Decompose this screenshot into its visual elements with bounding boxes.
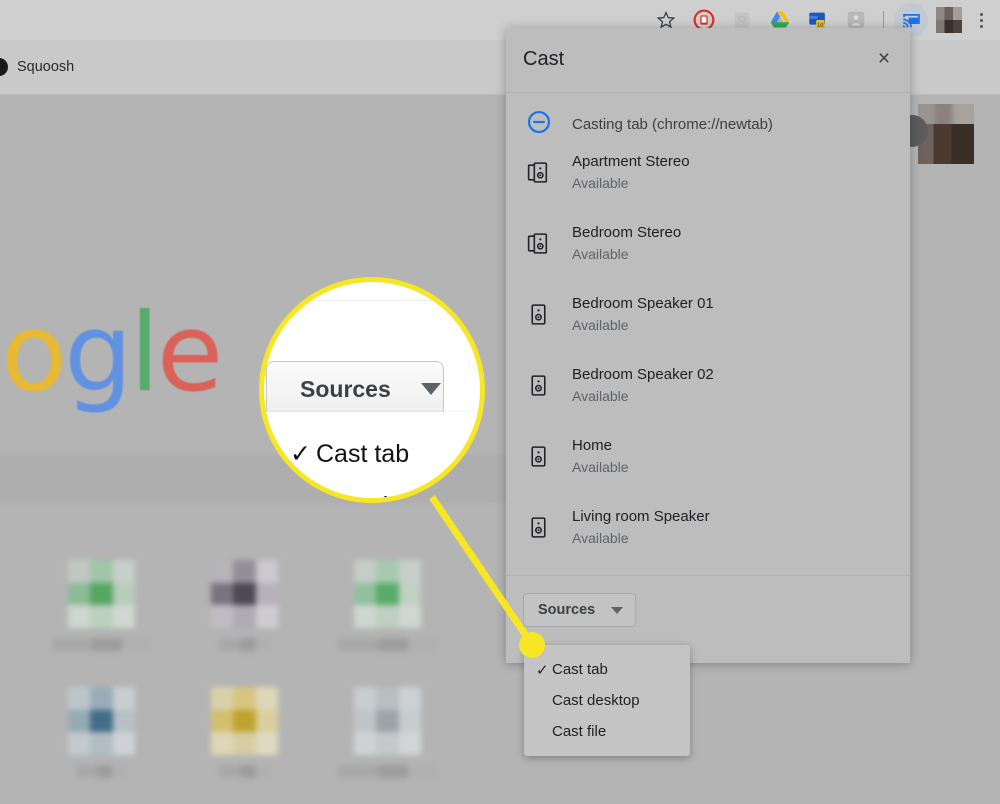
shortcut-tile-4[interactable] [30,687,173,778]
speaker-icon [526,302,560,327]
tile-thumbnail [354,687,422,755]
cast-device-status: Available [572,316,714,336]
cast-active-icon [526,121,560,135]
toolbar-divider [883,11,884,29]
chevron-down-icon [421,383,441,395]
magnified-sources-label: Sources [300,376,391,403]
cast-device-name: Bedroom Speaker 01 [572,294,714,314]
stereo-speaker-icon [526,160,560,185]
speaker-icon [526,444,560,469]
shortcut-tile-1[interactable] [30,560,173,651]
tile-label [52,638,152,651]
close-icon[interactable]: × [868,42,900,74]
checkmark-icon: ✓ [536,661,552,679]
tile-thumbnail [211,687,279,755]
tile-thumbnail [354,560,422,628]
sources-menu-item-label: Cast file [552,723,606,740]
magnified-divider [260,300,485,301]
cast-device-name: Living room Speaker [572,507,710,527]
magnifier-callout: Sources ✓ Cast tab Cast deskto [259,277,485,503]
chrome-menu-icon[interactable] [970,3,992,37]
sources-menu-item-label: Cast desktop [552,692,640,709]
cast-device-name: Bedroom Stereo [572,223,681,243]
squoosh-favicon [0,58,8,76]
shortcut-tile-2[interactable] [173,560,316,651]
cast-device-list: Casting tab (chrome://newtab) Apartment … [506,93,910,575]
cast-device-text: Living room Speaker Available [572,507,710,549]
magnified-menu-item-label: Cast tab [316,440,409,469]
cast-device-text: Home Available [572,436,629,478]
sources-dropdown-menu: ✓ Cast tab Cast desktop Cast file [524,645,690,756]
cast-active-session-row[interactable]: Casting tab (chrome://newtab) [506,93,910,137]
tile-label [76,765,128,778]
google-logo: oogle [0,300,220,408]
speaker-icon [526,373,560,398]
cast-device-text: Apartment Stereo Available [572,152,690,194]
cast-device-row[interactable]: Living room Speaker Available [506,492,910,563]
tile-thumbnail [211,560,279,628]
cast-device-status: Available [572,458,629,478]
profile-avatar[interactable] [932,3,966,37]
magnifier-content: Sources ✓ Cast tab Cast deskto [264,282,480,498]
shortcut-tile-6[interactable] [316,687,459,778]
cast-device-row[interactable]: Home Available [506,421,910,492]
sources-menu-item-cast-file[interactable]: Cast file [524,716,690,747]
shortcut-tiles [30,560,500,804]
tile-row [30,687,500,778]
cast-device-row[interactable]: Bedroom Speaker 02 Available [506,350,910,421]
callout-anchor-dot [519,632,545,658]
tile-label [219,765,271,778]
chevron-down-icon [611,607,623,614]
cast-active-session-name: Casting tab (chrome://newtab) [572,115,773,135]
cast-popup-header: Cast × [506,28,910,93]
checkmark-icon: ✓ [290,439,316,469]
cast-popup: Cast × Casting tab (chrome://newtab) [506,28,910,663]
cast-device-row[interactable]: Apartment Stereo Available [506,137,910,208]
sources-button-label: Sources [538,602,595,618]
magnified-menu-item-cast-tab[interactable]: ✓ Cast tab [266,428,485,480]
sources-menu-item-label: Cast tab [552,661,608,678]
shortcut-tile-3[interactable] [316,560,459,651]
tile-label [338,638,438,651]
tile-thumbnail [68,687,136,755]
shortcut-tile-5[interactable] [173,687,316,778]
cast-device-status: Available [572,245,681,265]
sources-menu-item-cast-tab[interactable]: ✓ Cast tab [524,654,690,685]
cast-device-text: Bedroom Speaker 01 Available [572,294,714,336]
avatar-image [936,7,962,33]
cast-device-status: Available [572,529,710,549]
cast-device-text: Bedroom Speaker 02 Available [572,365,714,407]
magnified-sources-button[interactable]: Sources [266,361,444,417]
cast-device-status: Available [572,174,690,194]
cast-device-name: Bedroom Speaker 02 [572,365,714,385]
cast-device-row[interactable]: Bedroom Speaker 01 Available [506,279,910,350]
tile-row [30,560,500,651]
speaker-icon [526,515,560,540]
screenshot-root: 1d [0,0,1000,804]
cast-device-name: Home [572,436,629,456]
cast-device-status: Available [572,387,714,407]
tile-thumbnail [68,560,136,628]
cast-device-row[interactable]: Bedroom Stereo Available [506,208,910,279]
tile-label [338,765,438,778]
cast-device-text: Bedroom Stereo Available [572,223,681,265]
cast-popup-title: Cast [523,48,564,71]
bookmark-label: Squoosh [17,59,74,75]
cast-active-session-text: Casting tab (chrome://newtab) [572,115,773,135]
tile-label [219,638,271,651]
magnified-sources-menu: ✓ Cast tab Cast deskto [266,412,485,503]
sources-button[interactable]: Sources [523,593,636,627]
sources-menu-item-cast-desktop[interactable]: Cast desktop [524,685,690,716]
stereo-speaker-icon [526,231,560,256]
bookmark-item-squoosh[interactable]: Squoosh [0,58,74,76]
cast-device-name: Apartment Stereo [572,152,690,172]
